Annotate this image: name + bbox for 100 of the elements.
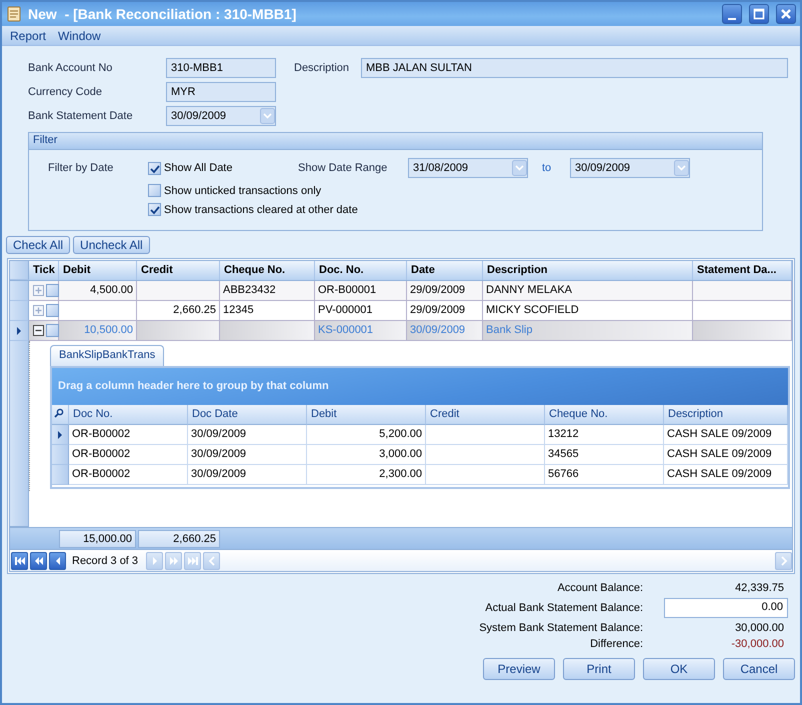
table-cell: 3,000.00 xyxy=(307,445,426,465)
field-label: Filter by Date xyxy=(48,162,114,174)
minimize-button[interactable] xyxy=(722,4,742,24)
table-cell: 30/09/2009 xyxy=(188,425,307,445)
column-header[interactable]: Date xyxy=(407,261,483,280)
previous-button[interactable] xyxy=(49,552,66,570)
column-header[interactable]: Doc Date xyxy=(188,405,307,425)
scroll-left-button[interactable] xyxy=(203,552,220,570)
checkbox[interactable] xyxy=(46,284,59,297)
expand-button[interactable] xyxy=(33,325,44,336)
table-cell: 4,500.00 xyxy=(59,281,137,301)
row-indicator[interactable] xyxy=(52,465,69,485)
field-label: to xyxy=(541,162,552,174)
text-field[interactable]: MBB JALAN SULTAN xyxy=(361,58,788,78)
table-cell: ABB23432 xyxy=(220,281,315,301)
row-indicator[interactable] xyxy=(52,445,69,465)
column-header[interactable]: Debit xyxy=(59,261,137,280)
group-panel: Drag a column header here to group by that column xyxy=(52,368,788,405)
summary-value: 30,000.00 xyxy=(734,622,785,634)
table-cell: 30/09/2009 xyxy=(188,465,307,485)
summary-label: Account Balance xyxy=(556,582,640,594)
checkbox[interactable] xyxy=(148,184,161,197)
window-title: New - [Bank Reconciliation : 310-MBB1] xyxy=(28,6,298,22)
table-cell: MICKY SCOFIELD xyxy=(483,301,693,321)
action-button[interactable]: Uncheck All xyxy=(73,236,150,254)
summary-label: Difference xyxy=(589,638,640,650)
table-cell: 13212 xyxy=(545,425,664,445)
column-header[interactable]: Description xyxy=(664,405,788,425)
checkbox[interactable] xyxy=(148,162,161,174)
table-cell: 10,500.00 xyxy=(59,321,137,341)
colon: : xyxy=(640,638,644,650)
text-field[interactable]: MYR xyxy=(166,82,276,102)
column-header[interactable]: Debit xyxy=(307,405,426,425)
dropdown-icon xyxy=(674,160,689,176)
tab[interactable]: BankSlipBankTrans xyxy=(50,345,164,366)
table-cell: Bank Slip xyxy=(483,321,693,341)
table-cell: 29/09/2009 xyxy=(407,301,483,321)
table-cell: 5,200.00 xyxy=(307,425,426,445)
column-header[interactable]: Credit xyxy=(426,405,545,425)
close-button[interactable] xyxy=(776,4,796,24)
menu-item[interactable]: Report xyxy=(10,28,46,42)
checkbox[interactable] xyxy=(46,304,59,317)
checkbox-label: Show unticked transactions only xyxy=(164,184,322,196)
checkbox[interactable] xyxy=(148,203,161,216)
date-field[interactable]: 31/08/2009 xyxy=(408,158,528,178)
column-header[interactable]: Cheque No. xyxy=(545,405,664,425)
first-page-button[interactable] xyxy=(11,552,28,570)
maximize-button[interactable] xyxy=(749,4,769,24)
table-cell: 34565 xyxy=(545,445,664,465)
field-label: Show Date Range xyxy=(298,162,388,174)
dialog-button[interactable]: Print xyxy=(563,658,635,680)
table-cell: OR-B00002 xyxy=(69,425,188,445)
dropdown-icon xyxy=(260,108,275,124)
checkbox-label: Show transactions cleared at other date xyxy=(164,204,358,216)
text-field[interactable]: 310-MBB1 xyxy=(166,58,276,78)
summary-label: System Bank Statement Balance xyxy=(479,622,640,634)
table-cell: KS-000001 xyxy=(315,321,407,341)
column-header[interactable]: Tick xyxy=(29,261,59,280)
scroll-right-button[interactable] xyxy=(775,552,792,570)
column-header[interactable]: Cheque No. xyxy=(220,261,315,280)
action-button[interactable]: Check All xyxy=(6,236,70,254)
checkbox[interactable] xyxy=(46,324,59,337)
plus-icon xyxy=(34,286,43,295)
document-icon xyxy=(6,6,22,22)
date-field[interactable]: 30/09/2009 xyxy=(570,158,690,178)
table-cell: OR-B00002 xyxy=(69,465,188,485)
table-cell: 56766 xyxy=(545,465,664,485)
summary-value: -30,000.00 xyxy=(730,638,785,650)
column-header[interactable]: Statement Da... xyxy=(693,261,792,280)
row-indicator[interactable] xyxy=(10,281,29,301)
chevron-left-icon xyxy=(206,554,217,566)
dialog-button[interactable]: OK xyxy=(643,658,715,680)
table-cell: 30/09/2009 xyxy=(407,321,483,341)
record-counter: Record 3 of 3 xyxy=(71,554,140,566)
column-header[interactable]: Credit xyxy=(137,261,220,280)
rewind-button[interactable] xyxy=(30,552,47,570)
field-label: Bank Account No xyxy=(28,62,114,74)
summary-label: Actual Bank Statement Balance xyxy=(484,602,640,614)
menu-item[interactable]: Window xyxy=(58,28,101,42)
dialog-button[interactable]: Cancel xyxy=(723,658,795,680)
checkbox-label: Show All Date xyxy=(164,162,232,174)
table-cell: DANNY MELAKA xyxy=(483,281,693,301)
table-cell: OR-B00002 xyxy=(69,445,188,465)
table-cell: CASH SALE 09/2009 xyxy=(664,425,788,445)
colon: : xyxy=(640,582,644,594)
table-cell: CASH SALE 09/2009 xyxy=(664,445,788,465)
colon: : xyxy=(640,622,644,634)
dropdown-icon xyxy=(512,160,527,176)
field-label: Description xyxy=(294,62,350,74)
dialog-button[interactable]: Preview xyxy=(483,658,555,680)
table-cell: 2,300.00 xyxy=(307,465,426,485)
column-header[interactable]: Description xyxy=(483,261,693,280)
table-cell: 29/09/2009 xyxy=(407,281,483,301)
table-cell: 2,660.25 xyxy=(137,301,220,321)
column-header[interactable]: Doc No. xyxy=(69,405,188,425)
date-field[interactable]: 30/09/2009 xyxy=(166,106,276,126)
amount-field[interactable]: 0.00 xyxy=(664,598,788,618)
minimize-icon xyxy=(728,18,736,20)
column-header[interactable]: Doc. No. xyxy=(315,261,407,280)
table-cell: 30/09/2009 xyxy=(188,445,307,465)
